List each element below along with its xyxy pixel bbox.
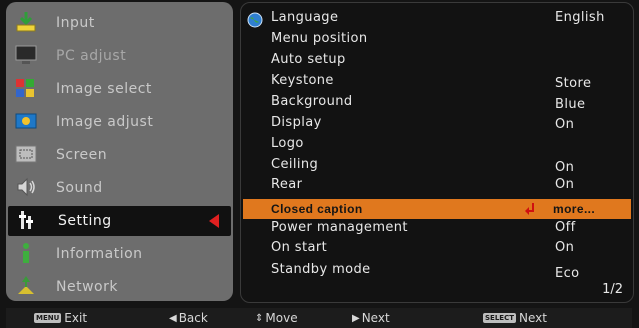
- selection-arrow-icon: [209, 214, 219, 228]
- image-select-icon: [16, 79, 34, 97]
- row-on-start[interactable]: On start On: [241, 240, 633, 260]
- main-menu-panel: Input PC adjust Image select Image adjus…: [6, 2, 233, 301]
- menu-item-setting[interactable]: Setting: [8, 206, 231, 236]
- row-logo[interactable]: Logo: [241, 136, 633, 156]
- information-icon: [23, 243, 29, 263]
- hint-exit: MENU Exit: [34, 311, 87, 325]
- input-icon: [16, 12, 36, 32]
- hint-move-label: Move: [265, 311, 298, 325]
- hint-back-label: Back: [178, 311, 208, 325]
- hint-next: ▶ Next: [352, 311, 390, 325]
- menu-item-network[interactable]: Network: [6, 272, 233, 302]
- bottom-hint-bar: MENU Exit ◀ Back ⇕ Move ▶ Next SELECT Ne…: [6, 308, 632, 328]
- screen-icon: [15, 145, 37, 163]
- enter-icon: [525, 203, 534, 215]
- row-ceiling[interactable]: Ceiling On: [241, 157, 633, 177]
- menu-item-sound[interactable]: Sound: [6, 173, 233, 203]
- hint-next-label: Next: [361, 311, 390, 325]
- menu-item-input[interactable]: Input: [6, 8, 233, 38]
- setting-icon: [19, 211, 33, 229]
- menu-item-pc-adjust[interactable]: PC adjust: [6, 41, 233, 71]
- row-keystone[interactable]: Keystone Store: [241, 73, 633, 93]
- row-language[interactable]: Language English: [241, 10, 633, 30]
- menu-item-image-adjust[interactable]: Image adjust: [6, 107, 233, 137]
- right-arrow-icon: ▶: [352, 312, 360, 324]
- left-arrow-icon: ◀: [169, 312, 177, 324]
- menu-key-icon: MENU: [34, 313, 62, 323]
- menu-item-information[interactable]: Information: [6, 239, 233, 269]
- hint-exit-label: Exit: [64, 311, 88, 325]
- select-key-icon: SELECT: [483, 313, 516, 323]
- row-auto-setup[interactable]: Auto setup: [241, 52, 633, 72]
- row-rear[interactable]: Rear On: [241, 177, 633, 197]
- projector-osd-menu: Input PC adjust Image select Image adjus…: [0, 0, 639, 328]
- hint-select-next: SELECT Next: [483, 311, 547, 325]
- network-icon: [18, 276, 34, 294]
- setting-submenu-panel: Language English Menu position Auto setu…: [240, 2, 634, 303]
- row-background[interactable]: Background Blue: [241, 94, 633, 114]
- hint-back: ◀ Back: [169, 311, 208, 325]
- image-adjust-icon: [15, 113, 37, 129]
- globe-icon: [247, 12, 263, 28]
- row-closed-caption[interactable]: Closed caption more...: [243, 199, 631, 219]
- page-indicator: 1/2: [602, 282, 623, 297]
- pc-adjust-icon: [15, 45, 37, 64]
- row-display[interactable]: Display On: [241, 115, 633, 135]
- up-down-arrow-icon: ⇕: [255, 312, 264, 324]
- sound-icon: [17, 177, 35, 197]
- row-power-management[interactable]: Power management Off: [241, 220, 633, 240]
- menu-item-image-select[interactable]: Image select: [6, 74, 233, 104]
- row-menu-position[interactable]: Menu position: [241, 31, 633, 51]
- menu-item-screen[interactable]: Screen: [6, 140, 233, 170]
- hint-select-next-label: Next: [518, 311, 547, 325]
- hint-move: ⇕ Move: [255, 311, 298, 325]
- row-standby-mode[interactable]: Standby mode Eco: [241, 262, 633, 282]
